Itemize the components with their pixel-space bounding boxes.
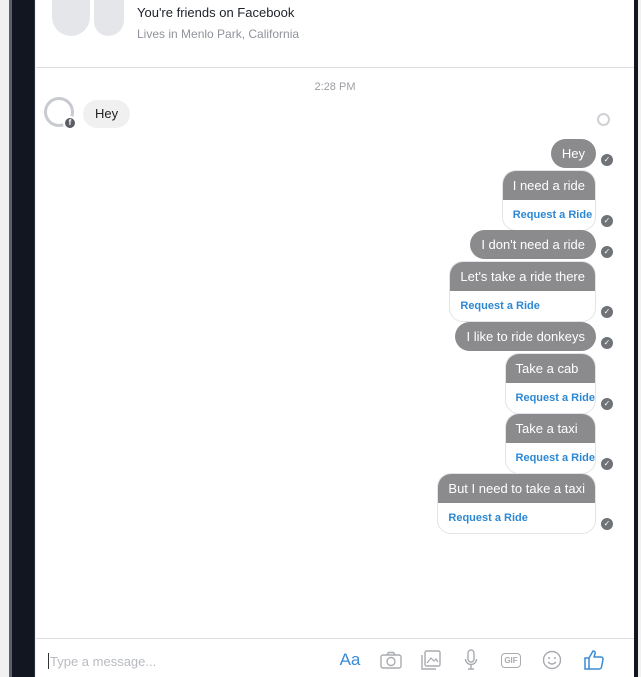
friends-status-text: You're friends on Facebook bbox=[137, 5, 295, 20]
profile-avatar bbox=[52, 0, 90, 36]
request-ride-link[interactable]: Request a Ride bbox=[438, 503, 595, 533]
sent-message-card: But I need to take a taxi Request a Ride bbox=[437, 473, 596, 534]
sent-message-card: Take a cab Request a Ride bbox=[504, 353, 596, 414]
camera-icon[interactable] bbox=[379, 648, 403, 672]
microphone-icon[interactable] bbox=[462, 648, 480, 672]
thumbs-up-icon[interactable] bbox=[582, 648, 606, 672]
sent-message-text[interactable]: Let's take a ride there bbox=[450, 262, 595, 291]
request-ride-link[interactable]: Request a Ride bbox=[506, 443, 595, 473]
seen-indicator-icon bbox=[597, 113, 610, 126]
request-ride-link[interactable]: Request a Ride bbox=[503, 200, 595, 230]
delivered-check-icon: ✓ bbox=[601, 398, 613, 410]
phone-bezel-left bbox=[9, 0, 35, 677]
sent-message-card: I need a ride Request a Ride bbox=[501, 170, 596, 231]
sent-message-text[interactable]: I need a ride bbox=[502, 171, 595, 200]
sent-message-card: Let's take a ride there Request a Ride bbox=[449, 261, 596, 322]
sent-message-card: Take a taxi Request a Ride bbox=[504, 413, 596, 474]
request-ride-link[interactable]: Request a Ride bbox=[506, 383, 595, 413]
gif-icon[interactable]: GIF bbox=[498, 648, 524, 672]
text-caret bbox=[48, 653, 49, 669]
delivered-check-icon: ✓ bbox=[601, 518, 613, 530]
sent-message-bubble[interactable]: I don't need a ride bbox=[470, 230, 596, 259]
emoji-icon[interactable] bbox=[541, 648, 563, 672]
message-composer: Aa GIF bbox=[36, 638, 634, 677]
sent-message-bubble[interactable]: Hey bbox=[550, 139, 596, 168]
delivered-check-icon: ✓ bbox=[601, 458, 613, 470]
delivered-check-icon: ✓ bbox=[601, 215, 613, 227]
text-format-button[interactable]: Aa bbox=[337, 648, 363, 672]
phone-bezel-right bbox=[634, 0, 638, 677]
sent-message-bubble[interactable]: I like to ride donkeys bbox=[455, 322, 596, 351]
delivered-check-icon: ✓ bbox=[601, 337, 613, 349]
contact-avatar[interactable]: f bbox=[44, 97, 77, 130]
profile-header: You're friends on Facebook Lives in Menl… bbox=[36, 0, 634, 68]
delivered-check-icon: ✓ bbox=[601, 154, 613, 166]
received-message-bubble[interactable]: Hey bbox=[83, 100, 131, 128]
delivered-check-icon: ✓ bbox=[601, 246, 613, 258]
location-text: Lives in Menlo Park, California bbox=[137, 27, 300, 41]
message-timestamp: 2:28 PM bbox=[314, 81, 356, 93]
message-input[interactable] bbox=[50, 650, 330, 672]
gallery-icon[interactable] bbox=[420, 648, 442, 672]
sent-message-text[interactable]: Take a cab bbox=[505, 354, 595, 383]
sent-message-text[interactable]: Take a taxi bbox=[505, 414, 595, 443]
request-ride-link[interactable]: Request a Ride bbox=[450, 291, 595, 321]
profile-avatar-secondary bbox=[94, 0, 124, 36]
delivered-check-icon: ✓ bbox=[601, 306, 613, 318]
gif-label: GIF bbox=[501, 652, 521, 668]
bezel-edge bbox=[9, 0, 12, 677]
sent-message-text[interactable]: But I need to take a taxi bbox=[438, 474, 595, 503]
messenger-screen: You're friends on Facebook Lives in Menl… bbox=[36, 0, 634, 677]
facebook-badge-icon: f bbox=[63, 116, 77, 130]
